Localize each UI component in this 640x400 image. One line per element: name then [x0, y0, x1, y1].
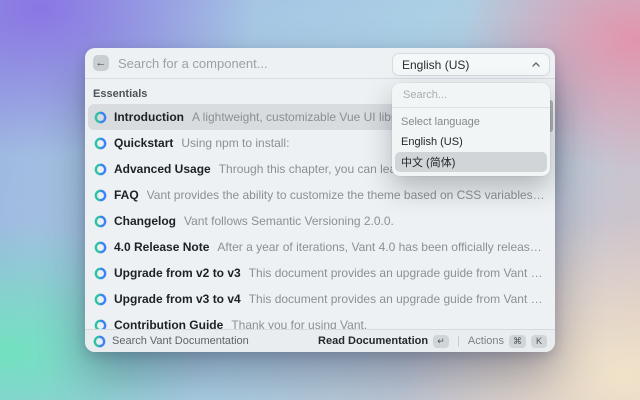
result-title: 4.0 Release Note [114, 240, 210, 254]
back-button[interactable]: ← [93, 55, 109, 71]
footer-left: Search Vant Documentation [93, 335, 249, 348]
vant-logo-icon [94, 111, 107, 124]
vant-logo-icon [94, 215, 107, 228]
result-description: After a year of iterations, Vant 4.0 has… [217, 240, 546, 254]
language-select-button[interactable]: English (US) [392, 53, 550, 76]
result-title: Upgrade from v3 to v4 [114, 292, 241, 306]
search-header: ← English (US) [85, 48, 555, 79]
vant-logo-icon [94, 137, 107, 150]
command-key-icon: ⌘ [509, 334, 526, 348]
footer-divider: | [457, 335, 460, 347]
list-item[interactable]: Upgrade from v2 to v3 This document prov… [88, 260, 552, 286]
k-key-icon: K [531, 334, 547, 348]
result-title: Advanced Usage [114, 162, 211, 176]
result-description: This document provides an upgrade guide … [248, 266, 546, 280]
vant-logo-icon [94, 189, 107, 202]
result-description: Thank you for using Vant. [231, 318, 368, 329]
footer-right: Read Documentation ↵ | Actions ⌘ K [318, 334, 547, 348]
footer-title: Search Vant Documentation [112, 335, 249, 347]
result-title: Upgrade from v2 to v3 [114, 266, 241, 280]
list-item[interactable]: FAQ Vant provides the ability to customi… [88, 182, 552, 208]
vant-logo-icon [94, 319, 107, 329]
footer-bar: Search Vant Documentation Read Documenta… [85, 329, 555, 352]
result-title: FAQ [114, 188, 139, 202]
result-title: Contribution Guide [114, 318, 224, 329]
result-description: Vant follows Semantic Versioning 2.0.0. [184, 214, 394, 228]
search-palette-modal: ← English (US) Essentials Introduction A… [85, 48, 555, 352]
list-item[interactable]: Upgrade from v3 to v4 This document prov… [88, 286, 552, 312]
language-option-label: 中文 (简体) [401, 157, 456, 169]
chevron-up-icon [532, 62, 540, 67]
vant-logo-icon [94, 163, 107, 176]
vant-logo-icon [94, 293, 107, 306]
language-option-label: English (US) [401, 136, 463, 148]
result-description: Vant provides the ability to customize t… [146, 188, 546, 202]
vant-logo-icon [94, 267, 107, 280]
enter-key-icon: ↵ [433, 334, 450, 348]
result-title: Introduction [114, 110, 184, 124]
actions-label: Actions [467, 335, 504, 347]
list-item[interactable]: Contribution Guide Thank you for using V… [88, 312, 552, 329]
language-dropdown-label: Select language [401, 116, 480, 128]
list-item[interactable]: 4.0 Release Note After a year of iterati… [88, 234, 552, 260]
language-search-row [392, 83, 550, 108]
language-select-value: English (US) [402, 57, 470, 72]
list-item[interactable]: Changelog Vant follows Semantic Versioni… [88, 208, 552, 234]
language-dropdown: Select language English (US) 中文 (简体) [392, 83, 550, 176]
language-option[interactable]: English (US) [395, 132, 547, 152]
read-documentation-label: Read Documentation [318, 335, 429, 347]
result-title: Changelog [114, 214, 176, 228]
language-option[interactable]: 中文 (简体) [395, 152, 547, 172]
language-options: English (US) 中文 (简体) [392, 132, 550, 172]
result-description: This document provides an upgrade guide … [248, 292, 546, 306]
vant-logo-icon [93, 335, 106, 348]
vant-logo-icon [94, 241, 107, 254]
language-search-input[interactable] [401, 88, 541, 102]
result-title: Quickstart [114, 136, 174, 150]
